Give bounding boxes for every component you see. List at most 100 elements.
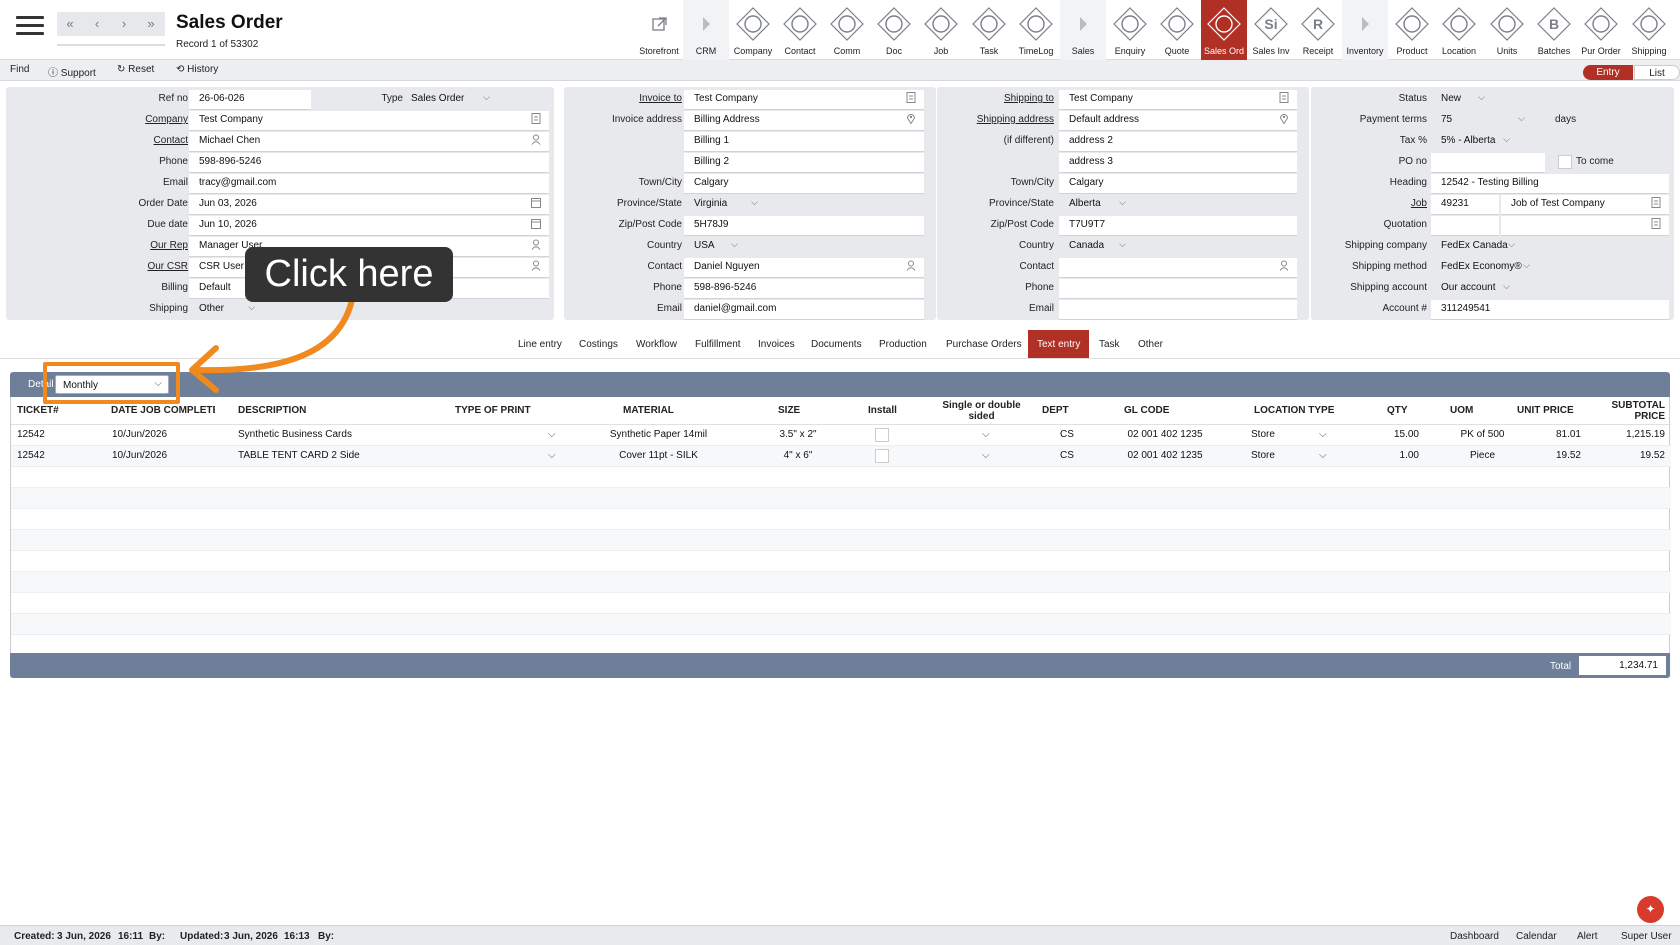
invoice-to-link[interactable]: Invoice to [564,93,682,104]
prev-record-icon[interactable]: ‹ [84,12,110,36]
tab-production[interactable]: Production [870,330,936,359]
invoice-country-select[interactable]: USA ⌵ [684,237,744,257]
install-checkbox[interactable] [875,449,889,463]
tab-text-entry[interactable]: Text entry [1028,330,1090,359]
toolbar-sales-inv-button[interactable]: Si Sales Inv [1248,0,1294,60]
shipping-address-2[interactable]: address 2 [1059,132,1297,152]
shipping-country-select[interactable]: Canada ⌵ [1059,237,1132,257]
tab-workflow[interactable]: Workflow [627,330,686,359]
hamburger-menu-icon[interactable] [16,16,44,38]
reset-menu[interactable]: ↻ Reset [117,64,154,75]
location-type-dropdown-chevron-icon[interactable]: ⌵ [1319,450,1327,461]
toolbar-storefront-button[interactable]: Storefront [636,0,682,60]
toolbar-company-button[interactable]: Company [730,0,776,60]
job-desc-field[interactable]: Job of Test Company [1501,195,1669,215]
col-subtotal[interactable]: SUBTOTAL PRICE [1591,400,1665,422]
table-row[interactable]: 12542 10/Jun/2026 TABLE TENT CARD 2 Side Co… [11,446,1671,467]
toolbar-batches-button[interactable]: B Batches [1531,0,1577,60]
ref-no-field[interactable]: 26-06-026 [189,90,311,110]
alert-link[interactable]: Alert [1577,931,1598,942]
first-record-icon[interactable]: « [57,12,83,36]
billing-line-1[interactable]: Billing 1 [684,132,924,152]
toolbar-sales-ord-button[interactable]: Sales Ord [1201,0,1247,60]
shipping-to-field[interactable]: Test Company [1059,90,1297,110]
toolbar-comm-button[interactable]: Comm [824,0,870,60]
find-menu[interactable]: Find [10,64,29,75]
toolbar-product-button[interactable]: Product [1389,0,1435,60]
shipping-account-select[interactable]: Our account ⌵ [1431,279,1516,299]
invoice-contact-field[interactable]: Daniel Nguyen [684,258,924,278]
shipping-method-select[interactable]: FedEx Economy® ⌵ [1431,258,1536,278]
our-rep-link[interactable]: Our Rep [116,240,188,251]
toolbar-timelog-button[interactable]: TimeLog [1013,0,1059,60]
type-of-print-dropdown-chevron-icon[interactable]: ⌵ [548,429,556,440]
tab-other[interactable]: Other [1129,330,1172,359]
shipping-email-field[interactable] [1059,300,1297,320]
last-record-icon[interactable]: » [138,12,164,36]
type-select[interactable]: Sales Order ⌵ [401,90,496,110]
toolbar-crm-button[interactable]: CRM [683,0,729,60]
shipping-province-select[interactable]: Alberta ⌵ [1059,195,1132,215]
invoice-email-field[interactable]: daniel@gmail.com [684,300,924,320]
toolbar-inventory-button[interactable]: Inventory [1342,0,1388,60]
tab-line-entry[interactable]: Line entry [509,330,571,359]
col-size[interactable]: SIZE [778,405,800,416]
shipping-address-field[interactable]: Default address [1059,111,1297,131]
toolbar-shipping-button[interactable]: Shipping [1626,0,1672,60]
single-double-dropdown-chevron-icon[interactable]: ⌵ [982,429,990,440]
toolbar-job-button[interactable]: Job [918,0,964,60]
user-link[interactable]: Super User [1621,931,1672,942]
shipping-town-field[interactable]: Calgary [1059,174,1297,194]
single-double-dropdown-chevron-icon[interactable]: ⌵ [982,450,990,461]
invoice-town-field[interactable]: Calgary [684,174,924,194]
type-of-print-dropdown-chevron-icon[interactable]: ⌵ [548,450,556,461]
invoice-to-field[interactable]: Test Company [684,90,924,110]
company-field[interactable]: Test Company [189,111,549,131]
shipping-contact-field[interactable] [1059,258,1297,278]
list-view-toggle[interactable]: List [1634,65,1680,80]
col-unit-price[interactable]: UNIT PRICE [1517,405,1574,416]
col-qty[interactable]: QTY [1387,405,1408,416]
table-row[interactable]: 12542 10/Jun/2026 Synthetic Business Cards… [11,425,1671,446]
shipping-company-select[interactable]: FedEx Canada ⌵ [1431,237,1521,257]
history-menu[interactable]: ⟲ History [176,64,218,75]
toolbar-units-button[interactable]: Units [1484,0,1530,60]
job-field[interactable]: 49231 [1431,195,1499,215]
quotation-field[interactable] [1431,216,1499,236]
email-field[interactable]: tracy@gmail.com [189,174,549,194]
entry-view-toggle[interactable]: Entry [1583,65,1633,80]
po-field[interactable] [1431,153,1545,173]
company-link[interactable]: Company [116,114,188,125]
install-checkbox[interactable] [875,428,889,442]
toolbar-doc-button[interactable]: Doc [871,0,917,60]
col-uom[interactable]: UOM [1450,405,1473,416]
toolbar-contact-button[interactable]: Contact [777,0,823,60]
contact-field[interactable]: Michael Chen [189,132,549,152]
account-field[interactable]: 311249541 [1431,300,1669,320]
due-date-field[interactable]: Jun 10, 2026 [189,216,549,236]
col-material[interactable]: MATERIAL [623,405,674,416]
heading-field[interactable]: 12542 - Testing Billing [1431,174,1669,194]
billing-line-2[interactable]: Billing 2 [684,153,924,173]
toolbar-quote-button[interactable]: Quote [1154,0,1200,60]
location-type-dropdown-chevron-icon[interactable]: ⌵ [1319,429,1327,440]
toolbar-task-button[interactable]: Task [966,0,1012,60]
invoice-phone-field[interactable]: 598-896-5246 [684,279,924,299]
shipping-phone-field[interactable] [1059,279,1297,299]
invoice-province-select[interactable]: Virginia ⌵ [684,195,764,215]
toolbar-location-button[interactable]: Location [1436,0,1482,60]
col-gl-code[interactable]: GL CODE [1124,405,1169,416]
tax-select[interactable]: 5% - Alberta ⌵ [1431,132,1516,152]
shipping-address-link[interactable]: Shipping address [937,114,1054,125]
shipping-zip-field[interactable]: T7U9T7 [1059,216,1297,236]
col-type-of-print[interactable]: TYPE OF PRINT [455,405,531,416]
support-menu[interactable]: ⓘ Support [48,64,96,79]
contact-link[interactable]: Contact [116,135,188,146]
assistant-button[interactable]: ✦ [1637,896,1664,923]
calendar-link[interactable]: Calendar [1516,931,1557,942]
toolbar-enquiry-button[interactable]: Enquiry [1107,0,1153,60]
col-ticket[interactable]: TICKET# [17,405,59,416]
toolbar-pur-order-button[interactable]: Pur Order [1578,0,1624,60]
tab-costings[interactable]: Costings [570,330,627,359]
payment-terms-select[interactable]: 75 ⌵ [1431,111,1531,131]
